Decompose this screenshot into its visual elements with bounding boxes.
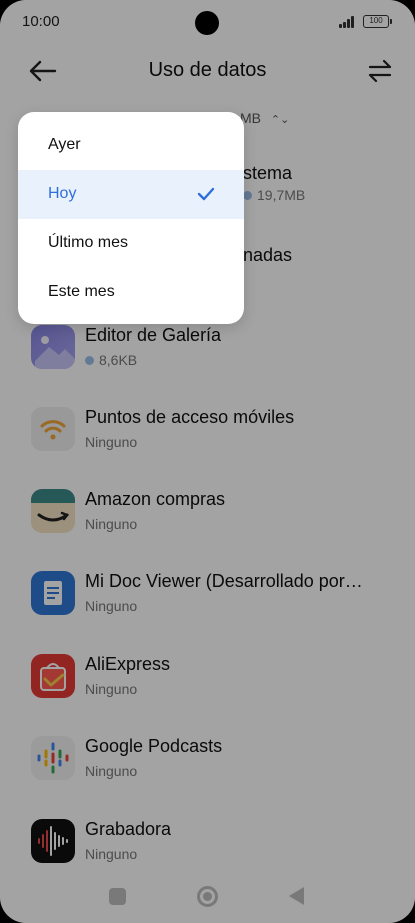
menu-item-label: Último mes [48,234,129,251]
menu-item-label: Este mes [48,283,115,300]
menu-item-hoy[interactable]: Hoy [18,170,244,219]
period-dropdown-menu: Ayer Hoy Último mes Este mes [18,112,244,324]
checkmark-icon [197,187,215,201]
menu-item-label: Hoy [48,185,77,202]
screen: 10:00 100 Uso de datos MB ⌃⌄ stema 19,7M… [0,0,415,923]
menu-item-este-mes[interactable]: Este mes [18,268,244,317]
menu-item-label: Ayer [48,136,81,153]
menu-item-ultimo-mes[interactable]: Último mes [18,219,244,268]
menu-item-ayer[interactable]: Ayer [18,121,244,170]
